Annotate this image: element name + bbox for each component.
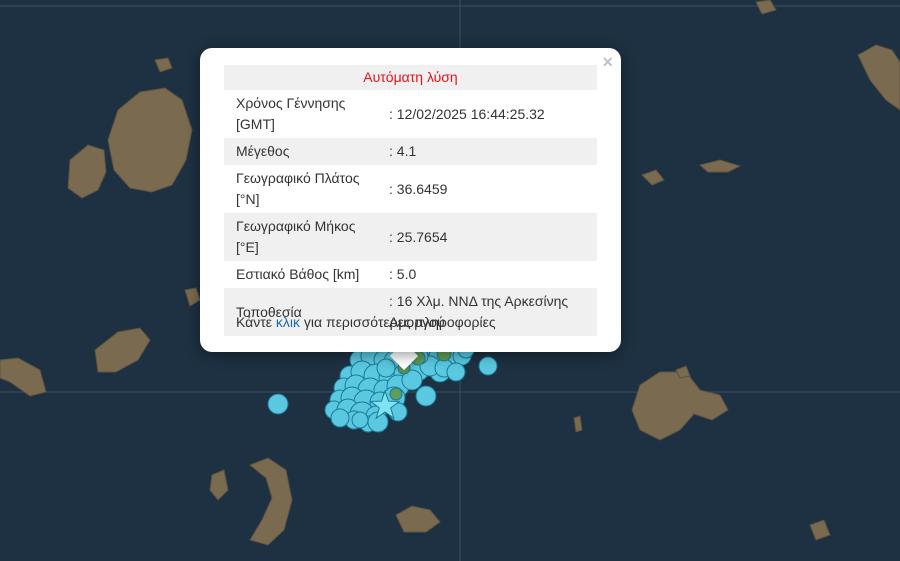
row-label: Χρόνος Γέννησης [GMT]	[236, 95, 346, 132]
table-row: Γεωγραφικό Μήκος [°E] : 25.7654	[224, 213, 597, 261]
island-tiny-1	[573, 415, 583, 433]
row-value: : 4.1	[389, 143, 417, 159]
row-value: : 25.7654	[389, 228, 448, 245]
earthquake-marker[interactable]	[478, 356, 498, 376]
table-row: Χρόνος Γέννησης [GMT] : 12/02/2025 16:44…	[224, 90, 597, 138]
more-info-link[interactable]: κλικ	[276, 314, 300, 330]
row-label: Εστιακό Βάθος [km]	[236, 266, 360, 282]
earthquake-marker[interactable]	[376, 358, 396, 378]
earthquake-info-table: Αυτόματη λύση Χρόνος Γέννησης [GMT] : 12…	[224, 65, 597, 336]
close-icon[interactable]: ×	[602, 52, 613, 72]
more-info-line: Κάντε κλικ για περισσότερες πληροφορίες	[236, 314, 496, 330]
earthquake-marker[interactable]	[446, 362, 466, 382]
earthquake-popup: × Αυτόματη λύση Χρόνος Γέννησης [GMT] : …	[200, 48, 621, 352]
popup-title: Αυτόματη λύση	[363, 69, 458, 85]
table-row: Γεωγραφικό Πλάτος [°N] : 36.6459	[224, 165, 597, 213]
more-prefix: Κάντε	[236, 314, 276, 330]
row-label: Μέγεθος	[236, 143, 290, 159]
row-label: Γεωγραφικό Μήκος [°E]	[236, 218, 356, 255]
more-suffix: για περισσότερες πληροφορίες	[300, 314, 496, 330]
earthquake-marker[interactable]	[330, 408, 350, 428]
table-row: Μέγεθος : 4.1	[224, 138, 597, 165]
earthquake-marker-green[interactable]	[389, 387, 403, 401]
row-value: : 12/02/2025 16:44:25.32	[389, 105, 545, 122]
row-label: Γεωγραφικό Πλάτος [°N]	[236, 170, 360, 207]
row-value: : 36.6459	[389, 180, 448, 197]
earthquake-marker[interactable]	[267, 393, 289, 415]
row-value: : 5.0	[389, 266, 417, 282]
table-header-row: Αυτόματη λύση	[224, 65, 597, 90]
earthquake-marker[interactable]	[351, 411, 369, 429]
table-row: Εστιακό Βάθος [km] : 5.0	[224, 261, 597, 288]
earthquake-marker[interactable]	[415, 385, 437, 407]
